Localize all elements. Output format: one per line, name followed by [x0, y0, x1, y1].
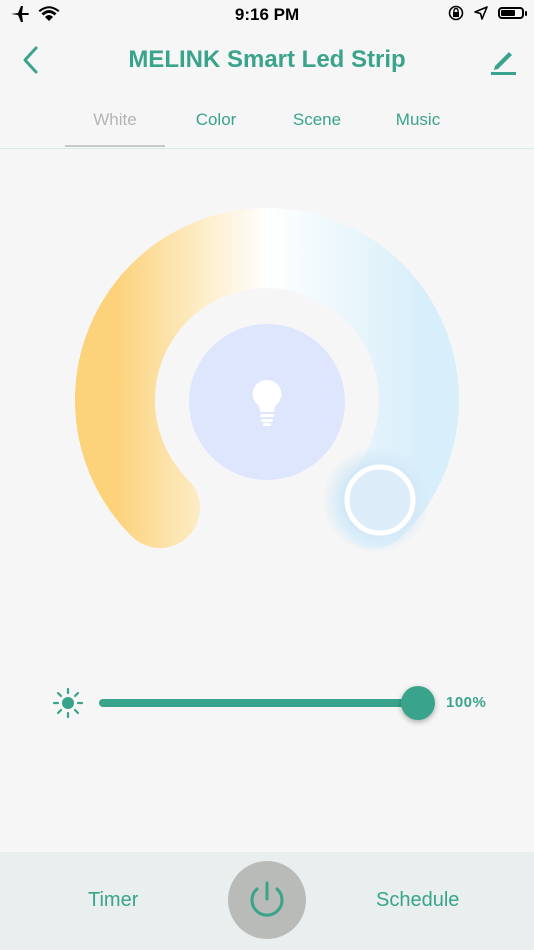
brightness-value: 100%: [446, 694, 487, 711]
timer-button[interactable]: Timer: [88, 889, 138, 912]
tab-color[interactable]: Color: [166, 110, 266, 146]
tab-white[interactable]: White: [65, 110, 165, 146]
active-tab-indicator: [65, 145, 165, 147]
bottom-bar: Timer Schedule: [0, 852, 534, 950]
sun-icon: [52, 687, 84, 719]
tab-scene[interactable]: Scene: [267, 110, 367, 146]
schedule-button[interactable]: Schedule: [376, 889, 459, 912]
pencil-icon[interactable]: [488, 44, 518, 76]
battery-fill: [501, 10, 515, 16]
brightness-track[interactable]: [99, 699, 419, 707]
orientation-lock-icon: [448, 5, 464, 21]
power-icon: [250, 881, 284, 917]
brightness-slider-row: 100%: [0, 680, 534, 726]
brightness-thumb[interactable]: [401, 686, 435, 720]
white-temperature-wheel[interactable]: [0, 190, 534, 590]
page-title: MELINK Smart Led Strip: [128, 46, 406, 73]
status-right: [448, 5, 527, 21]
status-bar: 9:16 PM: [0, 0, 534, 30]
power-button[interactable]: [228, 861, 306, 939]
tab-music[interactable]: Music: [368, 110, 468, 146]
battery-icon: [498, 7, 527, 19]
nav-bar: MELINK Smart Led Strip: [0, 30, 534, 94]
wheel-handle: [344, 464, 416, 536]
location-arrow-icon: [474, 6, 488, 20]
tab-bar: White Color Scene Music: [0, 100, 534, 149]
